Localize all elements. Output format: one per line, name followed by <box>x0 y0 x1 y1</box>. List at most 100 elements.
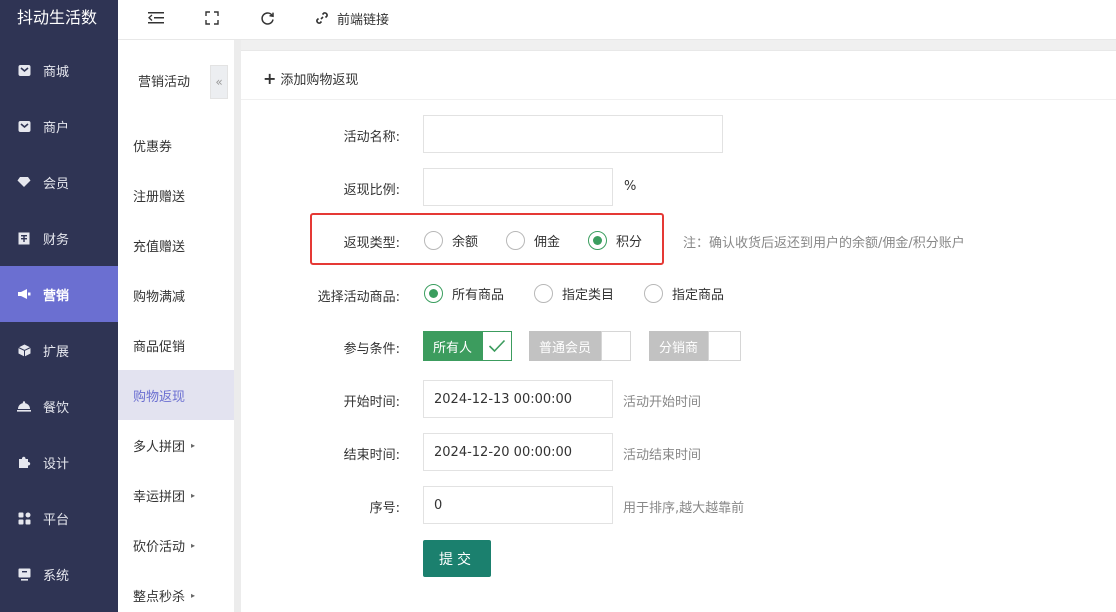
subnav-label: 购物返现 <box>133 389 186 405</box>
secondary-sidebar: 营销活动 « 优惠券 注册赠送 充值赠送 购物满减 商品促销 购物返现 多人拼团… <box>118 40 234 612</box>
nav-label: 设计 <box>43 456 70 472</box>
condition-checkbox-everyone[interactable]: 所有人 <box>423 331 513 361</box>
collapse-subnav-button[interactable]: « <box>210 65 228 99</box>
subnav-label: 多人拼团 <box>133 439 186 455</box>
check-icon <box>482 331 513 361</box>
goods-radio-specific[interactable]: 指定商品 <box>644 284 724 303</box>
menu-toggle-button[interactable] <box>148 8 164 28</box>
subnav-label: 幸运拼团 <box>133 489 186 505</box>
fullscreen-icon <box>205 11 219 25</box>
goods-radio-category[interactable]: 指定类目 <box>534 284 614 303</box>
subnav-label: 商品促销 <box>133 339 186 355</box>
nav-item-member[interactable]: 会员 <box>0 154 118 210</box>
goods-radio-all[interactable]: 所有商品 <box>424 284 504 303</box>
nav-label: 扩展 <box>43 344 70 360</box>
nav-item-marketing[interactable]: 营销 <box>0 266 118 322</box>
nav-item-design[interactable]: 设计 <box>0 434 118 490</box>
store-icon <box>17 63 31 77</box>
subnav-item-full-reduction[interactable]: 购物满减 <box>118 270 234 320</box>
nav-label: 商户 <box>43 120 70 136</box>
form-header-title: 添加购物返现 <box>280 73 359 88</box>
nav-item-finance[interactable]: 财务 <box>0 210 118 266</box>
expand-arrow-icon: ▸ <box>191 490 196 500</box>
subnav-label: 购物满减 <box>133 289 186 305</box>
primary-sidebar: 抖动生活数 商城 商户 会员 财务 营销 扩展 餐饮 设计 平台 系统 <box>0 0 118 612</box>
nav-label: 餐饮 <box>43 400 70 416</box>
indent-icon <box>148 11 164 25</box>
condition-label: 参与条件: <box>343 342 400 357</box>
submit-button[interactable]: 提交 <box>423 540 491 577</box>
subnav-label: 充值赠送 <box>133 239 186 255</box>
highlight-box <box>310 213 664 265</box>
nav-item-store[interactable]: 商城 <box>0 42 118 98</box>
food-cover-icon <box>17 399 31 413</box>
finance-icon <box>17 231 31 245</box>
checkbox-label: 普通会员 <box>529 331 602 361</box>
nav-label: 平台 <box>43 512 70 528</box>
form-header: + 添加购物返现 <box>263 69 359 89</box>
cashback-ratio-label: 返现比例: <box>343 183 400 198</box>
diamond-icon <box>17 175 31 189</box>
activity-name-label: 活动名称: <box>343 130 400 145</box>
refresh-icon <box>260 11 275 26</box>
start-time-hint: 活动开始时间 <box>623 395 702 410</box>
start-time-input[interactable]: 2024-12-13 00:00:00 <box>423 380 613 418</box>
fullscreen-button[interactable] <box>205 8 219 28</box>
radio-circle <box>534 284 553 303</box>
monitor-icon <box>17 567 31 581</box>
refresh-button[interactable] <box>260 8 275 28</box>
start-time-label: 开始时间: <box>343 395 400 410</box>
activity-name-input[interactable] <box>423 115 723 153</box>
subnav-item-bargain[interactable]: 砍价活动 ▸ <box>118 520 234 570</box>
subnav-item-promotion[interactable]: 商品促销 <box>118 320 234 370</box>
sort-order-hint: 用于排序,越大越靠前 <box>623 501 745 516</box>
megaphone-icon <box>17 287 31 301</box>
top-bar: 前端链接 <box>118 0 1116 40</box>
sort-order-label: 序号: <box>369 501 400 516</box>
radio-label: 指定类目 <box>562 288 615 303</box>
cashback-type-note: 注：确认收货后返还到用户的余额/佣金/积分账户 <box>683 236 965 251</box>
subnav-item-coupon[interactable]: 优惠券 <box>118 120 234 170</box>
nav-label: 系统 <box>43 568 70 584</box>
nav-item-merchant[interactable]: 商户 <box>0 98 118 154</box>
condition-checkbox-member[interactable]: 普通会员 <box>529 331 632 361</box>
subnav-label: 砍价活动 <box>133 539 186 555</box>
nav-label: 财务 <box>43 232 70 248</box>
radio-circle <box>424 284 443 303</box>
radio-label: 所有商品 <box>452 288 505 303</box>
sort-order-input[interactable]: 0 <box>423 486 613 524</box>
nav-item-extension[interactable]: 扩展 <box>0 322 118 378</box>
nav-item-catering[interactable]: 餐饮 <box>0 378 118 434</box>
subnav-item-group-buy[interactable]: 多人拼团 ▸ <box>118 420 234 470</box>
checkbox-box <box>708 331 742 361</box>
end-time-input[interactable]: 2024-12-20 00:00:00 <box>423 433 613 471</box>
cashback-ratio-input[interactable] <box>423 168 613 206</box>
nav-item-platform[interactable]: 平台 <box>0 490 118 546</box>
cube-icon <box>17 343 31 357</box>
subnav-item-register-gift[interactable]: 注册赠送 <box>118 170 234 220</box>
checkbox-label: 分销商 <box>649 331 709 361</box>
subnav-label: 注册赠送 <box>133 189 186 205</box>
header-divider <box>241 99 1116 100</box>
subnav-label: 优惠券 <box>133 139 173 155</box>
nav-label: 会员 <box>43 176 70 192</box>
frontend-link-button[interactable]: 前端链接 <box>315 8 389 28</box>
puzzle-icon <box>17 455 31 469</box>
nav-label: 营销 <box>43 288 70 304</box>
subnav-item-recharge-gift[interactable]: 充值赠送 <box>118 220 234 270</box>
end-time-hint: 活动结束时间 <box>623 448 702 463</box>
radio-label: 指定商品 <box>672 288 725 303</box>
checkbox-box <box>601 331 632 361</box>
expand-arrow-icon: ▸ <box>191 440 196 450</box>
subnav-title: 营销活动 <box>138 75 191 90</box>
grid-icon <box>17 511 31 525</box>
expand-arrow-icon: ▸ <box>191 590 196 600</box>
merchant-icon <box>17 119 31 133</box>
condition-checkbox-distributor[interactable]: 分销商 <box>649 331 742 361</box>
nav-item-system[interactable]: 系统 <box>0 546 118 602</box>
subnav-item-lucky-group[interactable]: 幸运拼团 ▸ <box>118 470 234 520</box>
nav-label: 商城 <box>43 64 70 80</box>
frontend-link-label: 前端链接 <box>337 12 390 28</box>
subnav-item-cashback[interactable]: 购物返现 <box>118 370 234 420</box>
subnav-item-flash-sale[interactable]: 整点秒杀 ▸ <box>118 570 234 612</box>
